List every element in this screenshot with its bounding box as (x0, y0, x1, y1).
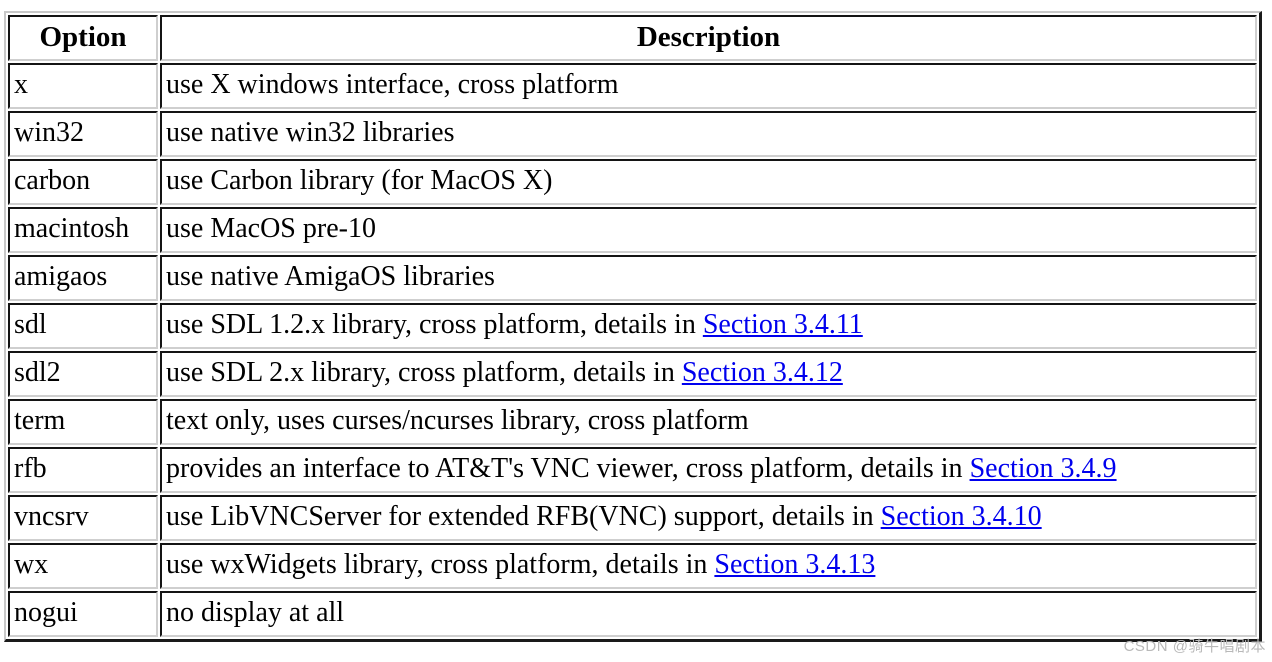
description-text: text only, uses curses/ncurses library, … (166, 405, 749, 436)
section-link[interactable]: Section 3.4.11 (703, 309, 863, 340)
description-cell: use Carbon library (for MacOS X) (160, 159, 1257, 205)
option-cell: nogui (8, 591, 158, 637)
table-row: sdl use SDL 1.2.x library, cross platform… (8, 303, 1257, 349)
option-cell: sdl2 (8, 351, 158, 397)
table-row: vncsrv use LibVNCServer for extended RFB(… (8, 495, 1257, 541)
description-cell: use SDL 1.2.x library, cross platform, d… (160, 303, 1257, 349)
description-cell: use LibVNCServer for extended RFB(VNC) s… (160, 495, 1257, 541)
option-cell: x (8, 63, 158, 109)
table-row: nogui no display at all (8, 591, 1257, 637)
description-cell: provides an interface to AT&T's VNC view… (160, 447, 1257, 493)
column-header-option: Option (8, 15, 158, 61)
table-row: carbon use Carbon library (for MacOS X) (8, 159, 1257, 205)
table-row: sdl2 use SDL 2.x library, cross platform,… (8, 351, 1257, 397)
options-table-frame: Option Description x use X windows interf… (4, 11, 1262, 642)
description-text: use native AmigaOS libraries (166, 261, 495, 292)
description-text: use MacOS pre-10 (166, 213, 376, 244)
options-table: Option Description x use X windows interf… (6, 13, 1259, 639)
description-cell: no display at all (160, 591, 1257, 637)
description-cell: text only, uses curses/ncurses library, … (160, 399, 1257, 445)
table-row: term text only, uses curses/ncurses libra… (8, 399, 1257, 445)
description-text: use Carbon library (for MacOS X) (166, 165, 553, 196)
option-cell: term (8, 399, 158, 445)
description-cell: use native AmigaOS libraries (160, 255, 1257, 301)
option-cell: vncsrv (8, 495, 158, 541)
section-link[interactable]: Section 3.4.10 (881, 501, 1042, 532)
description-text: use wxWidgets library, cross platform, d… (166, 549, 715, 580)
table-header: Option Description (8, 15, 1257, 61)
description-cell: use native win32 libraries (160, 111, 1257, 157)
option-cell: sdl (8, 303, 158, 349)
section-link[interactable]: Section 3.4.9 (970, 453, 1117, 484)
option-cell: wx (8, 543, 158, 589)
option-cell: rfb (8, 447, 158, 493)
description-text: no display at all (166, 597, 345, 628)
option-cell: win32 (8, 111, 158, 157)
description-cell: use X windows interface, cross platform (160, 63, 1257, 109)
description-cell: use SDL 2.x library, cross platform, det… (160, 351, 1257, 397)
option-cell: carbon (8, 159, 158, 205)
table-row: rfb provides an interface to AT&T's VNC v… (8, 447, 1257, 493)
table-row: macintosh use MacOS pre-10 (8, 207, 1257, 253)
description-text: use native win32 libraries (166, 117, 455, 148)
section-link[interactable]: Section 3.4.12 (682, 357, 843, 388)
option-cell: macintosh (8, 207, 158, 253)
description-text: use LibVNCServer for extended RFB(VNC) s… (166, 501, 881, 532)
table-body: x use X windows interface, cross platform… (8, 63, 1257, 637)
option-cell: amigaos (8, 255, 158, 301)
table-row: wx use wxWidgets library, cross platform,… (8, 543, 1257, 589)
table-row: amigaos use native AmigaOS libraries (8, 255, 1257, 301)
table-header-row: Option Description (8, 15, 1257, 61)
column-header-description: Description (160, 15, 1257, 61)
description-text: use X windows interface, cross platform (166, 69, 619, 100)
table-row: win32 use native win32 libraries (8, 111, 1257, 157)
table-row: x use X windows interface, cross platform (8, 63, 1257, 109)
section-link[interactable]: Section 3.4.13 (714, 549, 875, 580)
description-cell: use MacOS pre-10 (160, 207, 1257, 253)
description-cell: use wxWidgets library, cross platform, d… (160, 543, 1257, 589)
description-text: provides an interface to AT&T's VNC view… (166, 453, 970, 484)
description-text: use SDL 1.2.x library, cross platform, d… (166, 309, 703, 340)
description-text: use SDL 2.x library, cross platform, det… (166, 357, 682, 388)
